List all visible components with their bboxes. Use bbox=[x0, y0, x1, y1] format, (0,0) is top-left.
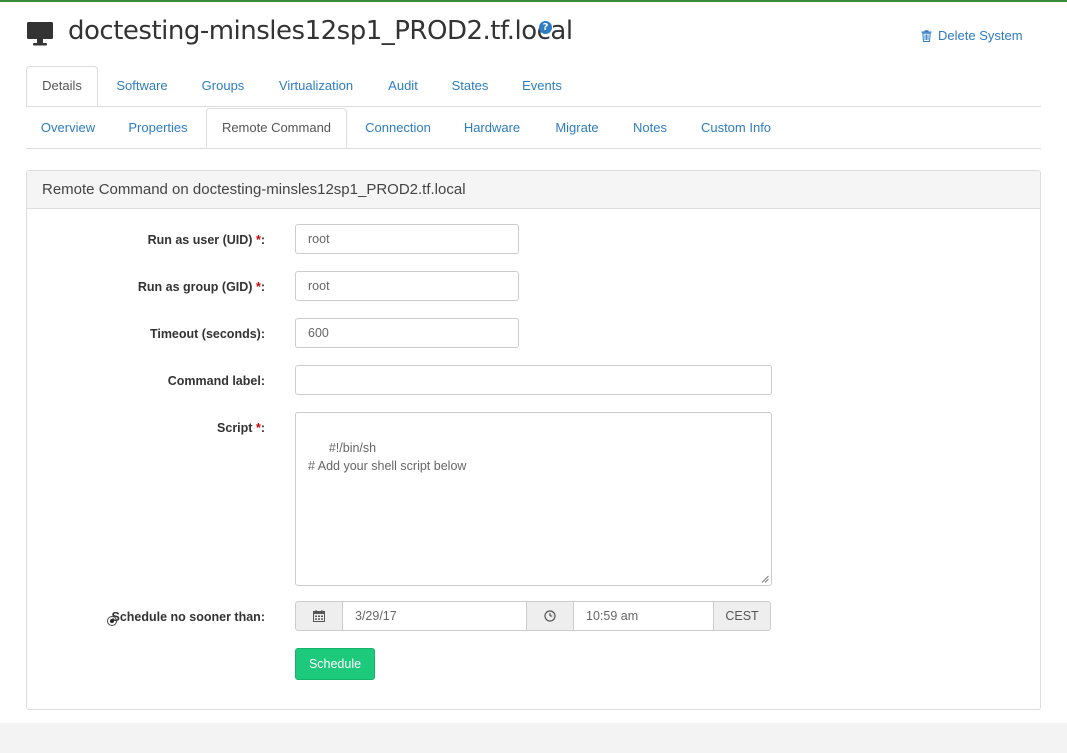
delete-system-label: Delete System bbox=[938, 28, 1023, 43]
resize-grip-icon[interactable] bbox=[761, 575, 769, 583]
calendar-icon bbox=[313, 610, 325, 622]
page-title: doctesting-minsles12sp1_PROD2.tf.local bbox=[68, 16, 573, 46]
delete-system-link[interactable]: Delete System bbox=[921, 28, 1023, 43]
tab-audit[interactable]: Audit bbox=[378, 66, 428, 106]
gid-label: Run as group (GID) *: bbox=[137, 280, 265, 294]
secondary-tabs: Overview Properties Remote Command Conne… bbox=[26, 108, 1041, 149]
script-textarea[interactable]: #!/bin/sh # Add your shell script below bbox=[295, 412, 772, 586]
tab-details[interactable]: Details bbox=[26, 66, 98, 106]
tab-virtualization[interactable]: Virtualization bbox=[268, 66, 364, 106]
tab-properties[interactable]: Properties bbox=[124, 108, 192, 148]
tab-connection[interactable]: Connection bbox=[360, 108, 436, 148]
tab-hardware[interactable]: Hardware bbox=[458, 108, 526, 148]
script-label: Script *: bbox=[217, 421, 265, 435]
gid-input[interactable] bbox=[295, 271, 519, 301]
command-label-input[interactable] bbox=[295, 365, 772, 395]
timeout-label: Timeout (seconds): bbox=[149, 327, 265, 341]
schedule-button[interactable]: Schedule bbox=[295, 648, 375, 680]
remote-command-panel: Remote Command on doctesting-minsles12sp… bbox=[26, 170, 1041, 710]
trash-icon bbox=[921, 29, 932, 42]
tab-groups[interactable]: Groups bbox=[192, 66, 254, 106]
schedule-label: Schedule no sooner than: bbox=[111, 610, 266, 624]
tab-states[interactable]: States bbox=[440, 66, 500, 106]
timeout-input[interactable] bbox=[295, 318, 519, 348]
tab-notes[interactable]: Notes bbox=[626, 108, 674, 148]
question-circle-icon[interactable]: ? bbox=[539, 21, 552, 34]
date-input[interactable] bbox=[342, 601, 527, 631]
uid-label: Run as user (UID) *: bbox=[147, 233, 265, 247]
tab-remote-command[interactable]: Remote Command bbox=[206, 108, 347, 148]
page: doctesting-minsles12sp1_PROD2.tf.local ?… bbox=[0, 2, 1067, 753]
tab-migrate[interactable]: Migrate bbox=[548, 108, 606, 148]
script-text: #!/bin/sh # Add your shell script below bbox=[308, 441, 467, 473]
monitor-icon bbox=[27, 22, 53, 46]
calendar-addon[interactable] bbox=[295, 601, 343, 631]
command-label-label: Command label: bbox=[167, 374, 265, 388]
time-input[interactable] bbox=[573, 601, 714, 631]
page-footer-strip bbox=[0, 723, 1067, 753]
panel-title: Remote Command on doctesting-minsles12sp… bbox=[27, 171, 1040, 209]
clock-icon bbox=[544, 610, 556, 622]
tab-software[interactable]: Software bbox=[106, 66, 178, 106]
tab-overview[interactable]: Overview bbox=[26, 108, 110, 148]
timezone-addon: CEST bbox=[713, 601, 771, 631]
uid-input[interactable] bbox=[295, 224, 519, 254]
primary-tabs: Details Software Groups Virtualization A… bbox=[26, 66, 1041, 107]
tab-events[interactable]: Events bbox=[512, 66, 572, 106]
tab-custom-info[interactable]: Custom Info bbox=[694, 108, 778, 148]
clock-addon[interactable] bbox=[526, 601, 574, 631]
